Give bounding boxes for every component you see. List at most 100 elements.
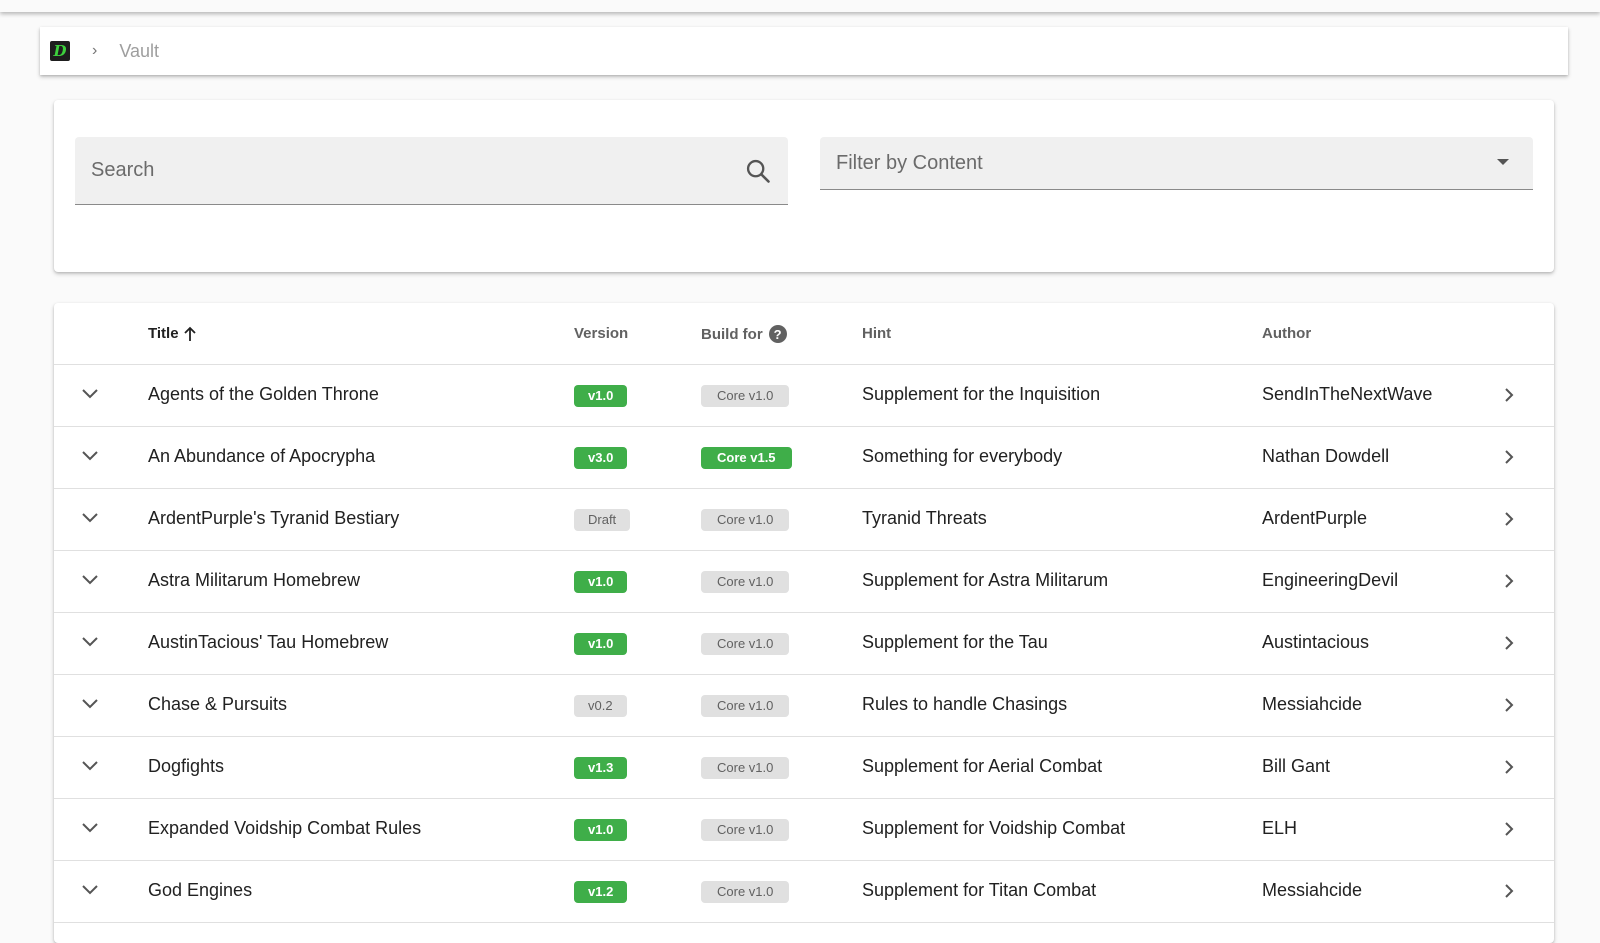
row-hint: Something for everybody bbox=[862, 446, 1063, 466]
column-header-title-label: Title bbox=[148, 325, 179, 342]
app-logo[interactable]: D bbox=[50, 41, 70, 61]
app-top-bar bbox=[0, 0, 1600, 12]
column-header-version-label: Version bbox=[574, 325, 629, 342]
chevron-right-icon[interactable] bbox=[1503, 448, 1515, 466]
version-badge: Draft bbox=[574, 508, 631, 531]
table-row[interactable]: AustinTacious' Tau Homebrew v1.0 Core v1… bbox=[54, 613, 1554, 675]
version-chip: v1.2 bbox=[574, 881, 628, 903]
build-badge: Core v1.0 bbox=[701, 570, 790, 593]
version-chip: v1.3 bbox=[574, 757, 628, 779]
caret-down-icon[interactable] bbox=[1497, 159, 1509, 165]
chevron-right-icon[interactable] bbox=[1503, 634, 1515, 652]
table-row[interactable]: Astra Militarum Homebrew v1.0 Core v1.0 … bbox=[54, 551, 1554, 613]
search-icon[interactable] bbox=[744, 157, 772, 185]
chevron-down-icon[interactable] bbox=[80, 883, 100, 897]
version-badge: v1.0 bbox=[574, 570, 628, 593]
chevron-down-icon[interactable] bbox=[80, 449, 100, 463]
row-author: SendInTheNextWave bbox=[1262, 384, 1433, 404]
search-field[interactable] bbox=[75, 137, 788, 205]
build-chip: Core v1.0 bbox=[701, 695, 790, 717]
table-row[interactable]: ArdentPurple's Tyranid Bestiary Draft Co… bbox=[54, 489, 1554, 551]
chevron-down-icon[interactable] bbox=[80, 387, 100, 401]
row-hint: Supplement for Voidship Combat bbox=[862, 818, 1126, 838]
row-hint: Supplement for Astra Militarum bbox=[862, 570, 1109, 590]
chevron-down-icon[interactable] bbox=[80, 821, 100, 835]
table-row[interactable]: Agents of the Golden Throne v1.0 Core v1… bbox=[54, 365, 1554, 427]
chevron-down-icon[interactable] bbox=[80, 635, 100, 649]
table-header: Title Version Build for ? Hint Author bbox=[54, 303, 1554, 365]
help-icon[interactable]: ? bbox=[768, 325, 787, 343]
table-row[interactable]: Expanded Voidship Combat Rules v1.0 Core… bbox=[54, 799, 1554, 861]
row-author: EngineeringDevil bbox=[1262, 570, 1399, 590]
build-badge: Core v1.0 bbox=[701, 818, 790, 841]
build-chip: Core v1.0 bbox=[701, 633, 790, 655]
chevron-down-icon[interactable] bbox=[80, 511, 100, 525]
chevron-right-icon[interactable] bbox=[1503, 572, 1515, 590]
version-badge: v1.0 bbox=[574, 818, 628, 841]
content-filter-label: Filter by Content bbox=[836, 151, 983, 174]
column-header-hint[interactable]: Hint bbox=[862, 325, 891, 342]
column-header-hint-label: Hint bbox=[862, 325, 892, 342]
breadcrumb-current: Vault bbox=[119, 40, 160, 61]
build-chip: Core v1.0 bbox=[701, 757, 790, 779]
table-row[interactable]: An Abundance of Apocrypha v3.0 Core v1.5… bbox=[54, 427, 1554, 489]
column-header-title[interactable]: Title bbox=[148, 325, 197, 342]
row-title: Astra Militarum Homebrew bbox=[148, 570, 361, 590]
version-badge: v0.2 bbox=[574, 694, 627, 717]
table-row[interactable]: Chase & Pursuits v0.2 Core v1.0 Rules to… bbox=[54, 675, 1554, 737]
column-header-author-label: Author bbox=[1262, 325, 1312, 342]
build-badge: Core v1.0 bbox=[701, 694, 790, 717]
column-header-version[interactable]: Version bbox=[574, 325, 628, 342]
chevron-down-icon[interactable] bbox=[80, 759, 100, 773]
chevron-right-icon[interactable] bbox=[1503, 696, 1515, 714]
row-author: ELH bbox=[1262, 818, 1298, 838]
column-header-build-for[interactable]: Build for ? bbox=[701, 325, 787, 343]
table-row[interactable]: Dogfights v1.3 Core v1.0 Supplement for … bbox=[54, 737, 1554, 799]
version-badge: v1.2 bbox=[574, 880, 628, 903]
version-chip: v1.0 bbox=[574, 633, 628, 655]
row-title: AustinTacious' Tau Homebrew bbox=[148, 632, 389, 652]
row-author: ArdentPurple bbox=[1262, 508, 1368, 528]
chevron-right-icon[interactable] bbox=[1503, 386, 1515, 404]
build-badge: Core v1.0 bbox=[701, 756, 790, 779]
build-chip: Core v1.0 bbox=[701, 819, 790, 841]
row-hint: Supplement for the Inquisition bbox=[862, 384, 1101, 404]
search-input[interactable] bbox=[91, 159, 691, 182]
filter-card: Filter by Content bbox=[54, 100, 1554, 272]
row-author: Messiahcide bbox=[1262, 694, 1363, 714]
column-header-author[interactable]: Author bbox=[1262, 325, 1311, 342]
homebrew-table: Title Version Build for ? Hint Author Ag… bbox=[54, 303, 1554, 943]
row-title: Chase & Pursuits bbox=[148, 694, 288, 714]
version-badge: v1.0 bbox=[574, 632, 628, 655]
chevron-right-icon[interactable] bbox=[1503, 820, 1515, 838]
chevron-right-icon[interactable] bbox=[1503, 882, 1515, 900]
build-badge: Core v1.0 bbox=[701, 880, 790, 903]
row-title: Agents of the Golden Throne bbox=[148, 384, 379, 404]
version-chip: v1.0 bbox=[574, 385, 628, 407]
version-chip: v0.2 bbox=[574, 695, 627, 717]
chevron-right-icon: › bbox=[92, 42, 98, 59]
chevron-down-icon[interactable] bbox=[80, 697, 100, 711]
version-badge: v1.0 bbox=[574, 384, 628, 407]
table-row[interactable]: God Engines v1.2 Core v1.0 Supplement fo… bbox=[54, 861, 1554, 923]
row-title: God Engines bbox=[148, 880, 253, 900]
build-badge: Core v1.0 bbox=[701, 508, 790, 531]
content-filter-select[interactable]: Filter by Content bbox=[820, 137, 1533, 190]
row-author: Bill Gant bbox=[1262, 756, 1331, 776]
build-badge: Core v1.0 bbox=[701, 632, 790, 655]
version-chip: Draft bbox=[574, 509, 631, 531]
chevron-right-icon[interactable] bbox=[1503, 510, 1515, 528]
row-hint: Supplement for the Tau bbox=[862, 632, 1048, 652]
build-chip: Core v1.0 bbox=[701, 385, 790, 407]
build-badge: Core v1.5 bbox=[701, 446, 792, 469]
column-header-build-label: Build for bbox=[701, 325, 763, 343]
row-hint: Supplement for Aerial Combat bbox=[862, 756, 1103, 776]
breadcrumb: D › Vault bbox=[40, 27, 1568, 75]
build-chip: Core v1.0 bbox=[701, 509, 790, 531]
build-badge: Core v1.0 bbox=[701, 384, 790, 407]
chevron-right-icon[interactable] bbox=[1503, 758, 1515, 776]
chevron-down-icon[interactable] bbox=[80, 573, 100, 587]
arrow-up-icon[interactable] bbox=[183, 326, 197, 342]
row-author: Messiahcide bbox=[1262, 880, 1363, 900]
row-author: Nathan Dowdell bbox=[1262, 446, 1390, 466]
